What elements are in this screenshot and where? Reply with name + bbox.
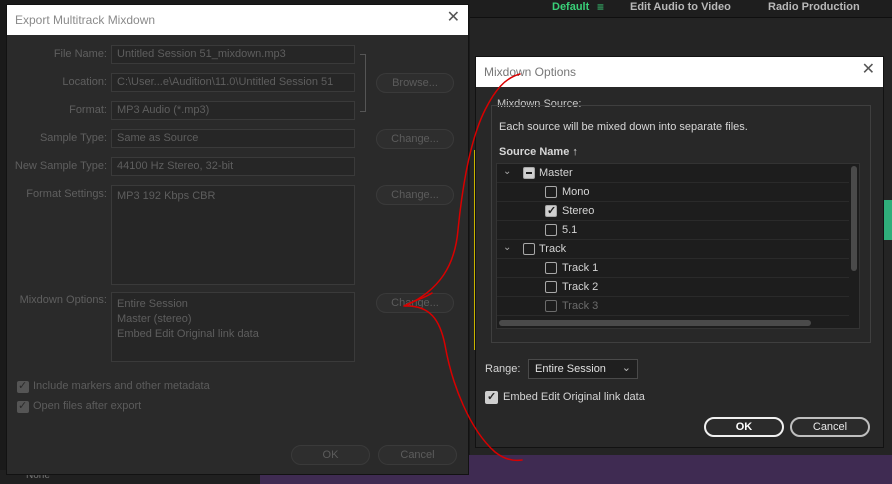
file-name-label: File Name: [53,48,107,60]
workspace-edit-audio-to-video[interactable]: Edit Audio to Video [630,1,731,13]
range-label: Range: [485,363,521,375]
tree-horizontal-scrollbar[interactable] [499,320,811,326]
mixdown-option-line: Embed Edit Original link data [117,328,259,340]
format-settings-field: MP3 192 Kbps CBR [111,185,355,285]
mixdown-options-dialog: Mixdown Options ✕ Mixdown Source: Each s… [475,56,884,448]
sample-type-field: Same as Source [111,129,355,148]
tree-row-track-2[interactable]: Track 2 [497,278,849,297]
range-value: Entire Session [535,363,606,375]
track-2-checkbox[interactable] [545,281,557,293]
tree-row-label: Stereo [562,205,595,217]
new-sample-type-label: New Sample Type: [14,160,107,172]
tree-row-track[interactable]: ⌄ Track [497,240,849,259]
tree-row-label: Track 2 [562,281,599,293]
format-value: MP3 Audio (*.mp3) [117,104,210,116]
tree-row-label: Track [539,243,567,255]
sample-type-label: Sample Type: [39,132,107,144]
mono-checkbox[interactable] [545,186,557,198]
bracket-divider [360,54,366,112]
location-select[interactable]: C:\User...e\Audition\11.0\Untitled Sessi… [111,73,355,92]
format-select[interactable]: MP3 Audio (*.mp3) [111,101,355,120]
workspace-radio-production[interactable]: Radio Production [768,1,860,13]
tree-vertical-scrollbar[interactable] [851,166,857,271]
mixdown-dialog-titlebar: Mixdown Options ✕ [476,57,883,87]
new-sample-type-field: 44100 Hz Stereo, 32-bit [111,157,355,176]
change-format-settings-button[interactable]: Change... [376,185,454,205]
location-value: C:\User...e\Audition\11.0\Untitled Sessi… [117,76,334,88]
embed-edit-original-label: Embed Edit Original link data [503,391,645,403]
workspace-menu-icon[interactable]: ≡ [597,0,604,14]
embed-edit-original-checkbox[interactable] [485,390,498,404]
include-markers-label: Include markers and other metadata [33,380,210,392]
source-name-column-header[interactable]: Source Name ↑ [499,146,578,158]
file-name-field[interactable]: Untitled Session 51_mixdown.mp3 [111,45,355,64]
tree-row-label: Master [539,167,573,179]
tree-row-5-1[interactable]: 5.1 [497,221,849,240]
chevron-down-icon[interactable]: ⌄ [503,242,511,253]
tree-row-label: Track 1 [562,262,599,274]
mixdown-options-field: Entire Session Master (stereo) Embed Edi… [111,292,355,362]
mixdown-dialog-title: Mixdown Options [484,65,577,79]
change-mixdown-options-button[interactable]: Change... [376,293,454,313]
mixdown-cancel-button[interactable]: Cancel [790,417,870,437]
close-icon[interactable]: ✕ [862,62,875,78]
tree-row-label: Mono [562,186,590,198]
export-ok-button[interactable]: OK [291,445,370,465]
master-checkbox[interactable] [523,167,535,179]
open-files-checkbox[interactable] [17,399,29,413]
source-name-header-label: Source Name [499,146,570,158]
tree-row-track-3[interactable]: Track 3 [497,297,849,316]
workspace-bar: Default Edit Audio to Video Radio Produc… [470,0,892,18]
change-sample-type-button[interactable]: Change... [376,129,454,149]
mixdown-note: Each source will be mixed down into sepa… [499,121,748,133]
open-files-label: Open files after export [33,400,142,412]
close-icon[interactable]: ✕ [447,10,460,26]
tree-row-master[interactable]: ⌄ Master [497,164,849,183]
mixdown-option-line: Master (stereo) [117,313,192,325]
include-markers-checkbox[interactable] [17,379,29,393]
range-select[interactable]: Entire Session ⌄ [528,359,638,379]
format-settings-label: Format Settings: [26,188,107,200]
export-cancel-button[interactable]: Cancel [378,445,457,465]
tree-row-stereo[interactable]: Stereo [497,202,849,221]
tree-row-track-1[interactable]: Track 1 [497,259,849,278]
track-checkbox[interactable] [523,243,535,255]
export-dialog-body: File Name: Untitled Session 51_mixdown.m… [7,35,468,474]
mixdown-option-line: Entire Session [117,298,188,310]
browse-button[interactable]: Browse... [376,73,454,93]
source-tree[interactable]: ⌄ Master Mono Stereo 5.1 ⌄ Track Track 1… [496,163,860,329]
tree-row-label: 5.1 [562,224,578,236]
tree-row-label: Track 3 [562,300,599,312]
format-label: Format: [69,104,107,116]
mixdown-options-label: Mixdown Options: [19,294,107,306]
export-multitrack-mixdown-dialog: Export Multitrack Mixdown ✕ File Name: U… [6,4,469,475]
export-dialog-title: Export Multitrack Mixdown [15,13,156,27]
stereo-checkbox[interactable] [545,204,557,217]
tree-row-mono[interactable]: Mono [497,183,849,202]
chevron-down-icon: ⌄ [621,362,631,374]
workspace-default[interactable]: Default [552,1,589,13]
export-dialog-titlebar: Export Multitrack Mixdown ✕ [7,5,468,35]
track-1-checkbox[interactable] [545,262,557,274]
sort-ascending-icon: ↑ [572,146,578,158]
mixdown-ok-button[interactable]: OK [704,417,784,437]
chevron-down-icon[interactable]: ⌄ [503,166,511,177]
surround-checkbox[interactable] [545,224,557,236]
track-3-checkbox[interactable] [545,300,557,312]
location-label: Location: [62,76,107,88]
